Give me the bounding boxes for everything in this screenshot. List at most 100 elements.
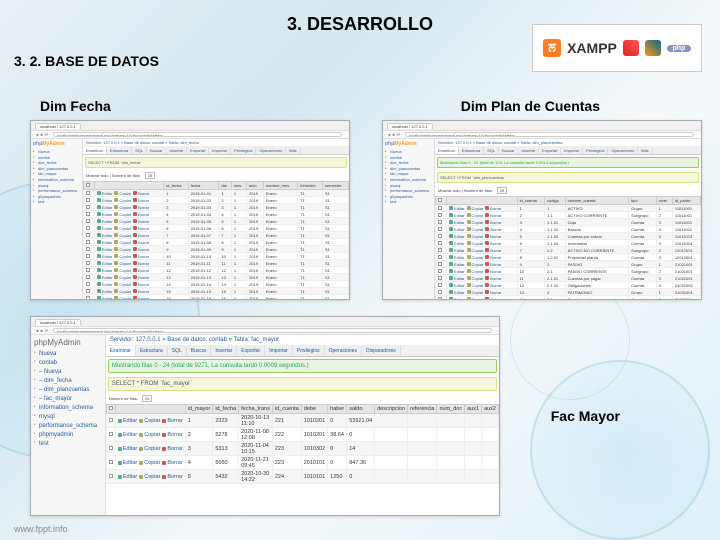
col-header[interactable]: id_cuenta — [517, 197, 544, 205]
copy-link[interactable]: Copiar — [114, 261, 131, 266]
rows-select[interactable]: 25 — [142, 395, 152, 402]
copy-link[interactable]: Copiar — [467, 283, 484, 288]
delete-link[interactable]: Borrar — [485, 255, 501, 260]
col-header[interactable]: semestre — [323, 182, 349, 190]
pma-tab[interactable]: Operaciones — [256, 147, 286, 154]
edit-link[interactable]: Editar — [97, 205, 112, 210]
row-checkbox[interactable] — [86, 282, 90, 286]
delete-link[interactable]: Borrar — [133, 233, 149, 238]
edit-link[interactable]: Editar — [118, 446, 137, 452]
row-checkbox[interactable] — [438, 290, 442, 294]
browser-tab[interactable]: localhost / 127.0.0.1 — [387, 123, 433, 129]
edit-link[interactable]: Editar — [449, 283, 464, 288]
pma-tab[interactable]: Examinar — [106, 346, 136, 356]
col-header[interactable]: trimestre — [298, 182, 323, 190]
col-header[interactable]: codigo — [545, 197, 566, 205]
row-checkbox[interactable] — [86, 219, 90, 223]
edit-link[interactable]: Editar — [449, 213, 464, 218]
pma-tab[interactable]: Importar — [561, 147, 583, 154]
copy-link[interactable]: Copiar — [467, 290, 484, 295]
col-header[interactable]: fecha — [188, 182, 219, 190]
row-checkbox[interactable] — [86, 198, 90, 202]
pma-tab[interactable]: Exportar — [539, 147, 561, 154]
row-checkbox[interactable] — [438, 283, 442, 287]
pma-tab[interactable]: Insertar — [167, 147, 188, 154]
edit-link[interactable]: Editar — [449, 255, 464, 260]
copy-link[interactable]: Copiar — [114, 212, 131, 217]
col-header[interactable]: nivel — [656, 197, 672, 205]
browser-tab[interactable]: localhost / 127.0.0.1 — [35, 319, 81, 325]
row-checkbox[interactable] — [86, 191, 90, 195]
pma-tab[interactable]: Importar — [209, 147, 231, 154]
copy-link[interactable]: Copiar — [114, 240, 131, 245]
tree-item[interactable]: – Nueva — [34, 368, 102, 377]
row-checkbox[interactable] — [438, 255, 442, 259]
edit-link[interactable]: Editar — [97, 191, 112, 196]
delete-link[interactable]: Borrar — [133, 247, 149, 252]
copy-link[interactable]: Copiar — [114, 247, 131, 252]
delete-link[interactable]: Borrar — [485, 213, 501, 218]
tree-item[interactable]: – dim_fecha — [34, 377, 102, 386]
copy-link[interactable]: Copiar — [467, 255, 484, 260]
pma-tab[interactable]: Insertar — [211, 346, 237, 356]
url-field[interactable]: localhost/phpmyadmin/sql.php?server=1&db… — [53, 328, 492, 333]
pma-tab[interactable]: Buscar — [499, 147, 518, 154]
copy-link[interactable]: Copiar — [114, 205, 131, 210]
tree-item[interactable]: test — [33, 199, 80, 205]
row-checkbox[interactable] — [438, 276, 442, 280]
edit-link[interactable]: Editar — [449, 269, 464, 274]
delete-link[interactable]: Borrar — [485, 234, 501, 239]
reload-icon[interactable]: ⟳ — [397, 132, 402, 137]
delete-link[interactable]: Borrar — [162, 418, 182, 424]
pma-tab[interactable]: SQL — [484, 147, 499, 154]
url-field[interactable]: localhost/phpmyadmin/sql.php?server=1&db… — [405, 132, 694, 137]
copy-link[interactable]: Copiar — [139, 432, 160, 438]
edit-link[interactable]: Editar — [449, 241, 464, 246]
col-header[interactable]: id_fecha — [213, 405, 239, 414]
edit-link[interactable]: Editar — [97, 212, 112, 217]
edit-link[interactable]: Editar — [97, 198, 112, 203]
delete-link[interactable]: Borrar — [162, 446, 182, 452]
tree-item[interactable]: mysql — [34, 413, 102, 422]
edit-link[interactable]: Editar — [449, 290, 464, 295]
copy-link[interactable]: Copiar — [467, 234, 484, 239]
pma-tab[interactable]: Exportar — [187, 147, 209, 154]
pma-tab[interactable]: SQL — [132, 147, 147, 154]
pma-tab[interactable]: Privilegios — [231, 147, 256, 154]
edit-link[interactable]: Editar — [449, 220, 464, 225]
row-checkbox[interactable] — [86, 233, 90, 237]
tree-item[interactable]: information_schema — [34, 404, 102, 413]
reload-icon[interactable]: ⟳ — [45, 328, 50, 333]
pma-tab[interactable]: Privilegios — [293, 346, 325, 356]
pma-tab[interactable]: Buscar — [147, 147, 166, 154]
row-checkbox[interactable] — [438, 234, 442, 238]
delete-link[interactable]: Borrar — [485, 290, 501, 295]
pma-tab[interactable]: Más — [638, 147, 653, 154]
edit-link[interactable]: Editar — [118, 460, 137, 466]
copy-link[interactable]: Copiar — [467, 220, 484, 225]
row-checkbox[interactable] — [86, 247, 90, 251]
col-header[interactable]: haber — [328, 405, 347, 414]
copy-link[interactable]: Copiar — [114, 254, 131, 259]
row-checkbox[interactable] — [109, 432, 113, 436]
col-header[interactable]: nombre_cuenta — [565, 197, 629, 205]
edit-link[interactable]: Editar — [97, 233, 112, 238]
tree-item[interactable]: – dim_plancuentas — [34, 386, 102, 395]
edit-link[interactable]: Editar — [449, 234, 464, 239]
delete-link[interactable]: Borrar — [162, 432, 182, 438]
edit-link[interactable]: Editar — [449, 227, 464, 232]
copy-link[interactable]: Copiar — [114, 275, 131, 280]
delete-link[interactable]: Borrar — [133, 282, 149, 287]
row-checkbox[interactable] — [438, 220, 442, 224]
pma-tab[interactable]: Estructura — [136, 346, 168, 356]
pma-tab[interactable]: Estructura — [107, 147, 132, 154]
tree-item[interactable]: performance_schema — [34, 422, 102, 431]
row-checkbox[interactable] — [109, 446, 113, 450]
delete-link[interactable]: Borrar — [485, 276, 501, 281]
tree-item[interactable]: phpmyadmin — [34, 431, 102, 440]
row-checkbox[interactable] — [438, 241, 442, 245]
edit-link[interactable]: Editar — [118, 474, 137, 480]
edit-link[interactable]: Editar — [97, 219, 112, 224]
tree-item[interactable]: test — [34, 440, 102, 449]
edit-link[interactable]: Editar — [449, 297, 464, 301]
